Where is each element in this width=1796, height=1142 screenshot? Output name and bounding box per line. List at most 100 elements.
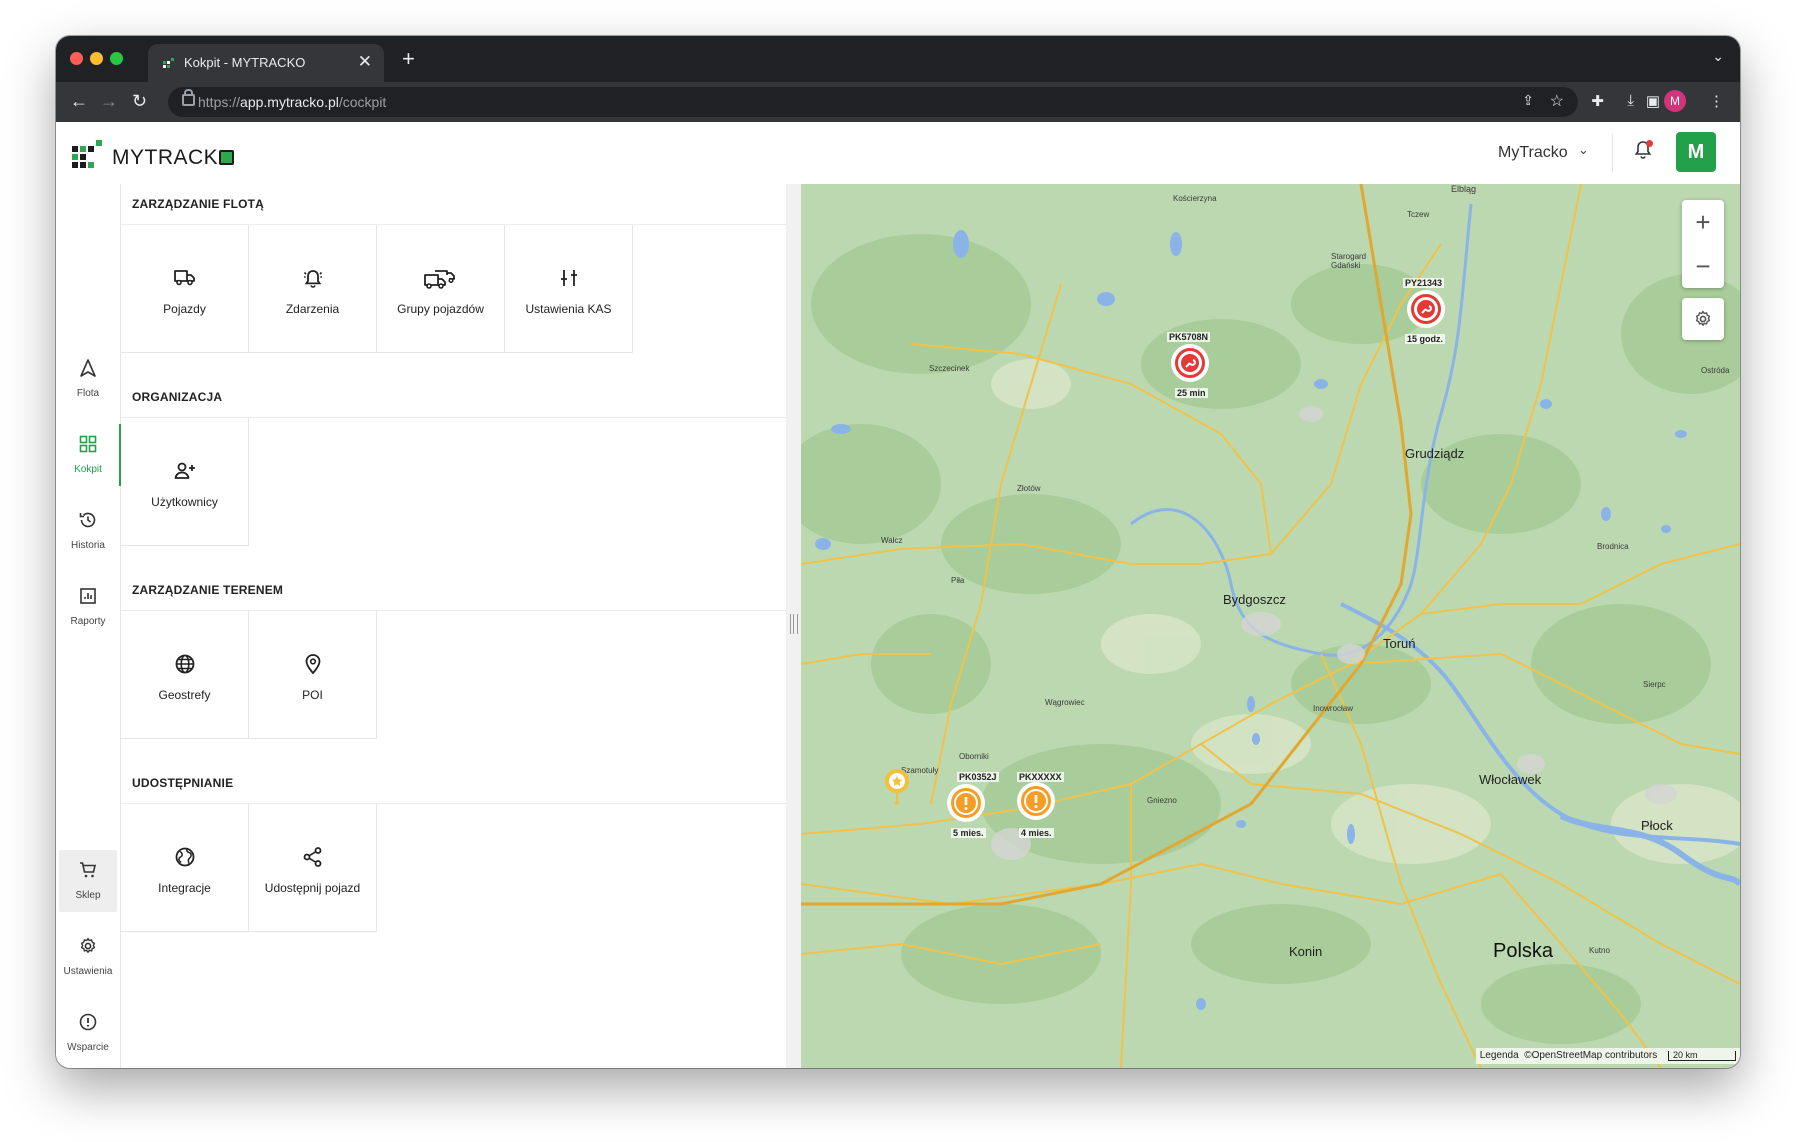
forward-icon[interactable]: →	[100, 91, 118, 112]
vehicle-marker[interactable]	[947, 784, 985, 822]
tile-label: Udostępnij pojazd	[264, 881, 361, 895]
zoom-out-button[interactable]: −	[1682, 244, 1724, 288]
sidebar-item-sklep[interactable]: Sklep	[59, 850, 117, 912]
vehicle-marker[interactable]	[1407, 290, 1445, 328]
sidebar-item-historia[interactable]: Historia	[56, 500, 120, 562]
address-bar[interactable]: https://app.mytracko.pl/cockpit ⇪ ☆	[168, 87, 1578, 117]
navigation-icon	[80, 359, 96, 377]
url-text[interactable]: https://app.mytracko.pl/cockpit	[198, 94, 386, 110]
vehicle-plate: PK5708N	[1167, 332, 1211, 342]
map-label: Elbląg	[1451, 184, 1477, 194]
truck-icon	[173, 270, 195, 286]
tile-pojazdy[interactable]: Pojazdy	[121, 225, 249, 353]
browser-tab[interactable]: Kokpit - MYTRACKO ✕	[148, 44, 384, 82]
tile-grupy-pojazdow[interactable]: Grupy pojazdów	[377, 225, 505, 353]
reload-icon[interactable]: ↻	[132, 91, 147, 112]
browser-window: Kokpit - MYTRACKO ✕ + ⌄ ← → ↻ https://ap…	[56, 36, 1740, 1068]
new-tab-button[interactable]: +	[402, 46, 415, 72]
map-label: Kościerzyna	[1173, 194, 1217, 203]
tile-poi[interactable]: POI	[249, 611, 377, 739]
share-icon	[303, 847, 321, 867]
tile-udostepnij-pojazd[interactable]: Udostępnij pojazd	[249, 804, 377, 932]
sidebar-label: Ustawienia	[63, 966, 113, 977]
download-icon[interactable]: ⤓	[1627, 92, 1634, 109]
resizer-grip-icon[interactable]	[790, 614, 798, 634]
browser-profile-avatar[interactable]: M	[1664, 90, 1686, 112]
cockpit-panel: ZARZĄDZANIE FLOTĄ Pojazdy Zdarzenia Grup…	[121, 184, 786, 1068]
legend-link[interactable]: Legenda	[1480, 1050, 1519, 1061]
vehicle-marker[interactable]	[1171, 344, 1209, 382]
map-attribution: Legenda ©OpenStreetMap contributors 20 k…	[1475, 1048, 1740, 1064]
side-panel-icon[interactable]: ▣	[1646, 92, 1660, 110]
vehicle-marker[interactable]	[1017, 782, 1055, 820]
tab-search-chevron-icon[interactable]: ⌄	[1712, 48, 1724, 65]
extensions-icon[interactable]: ✚	[1591, 92, 1604, 110]
map-label: Szczecinek	[929, 364, 970, 373]
map-scale: 20 km	[1668, 1051, 1736, 1061]
map-label: Toruń	[1383, 636, 1416, 651]
vehicle-plate: PK0352J	[957, 772, 999, 782]
sidebar: Flota Kokpit Historia Raporty Sklep Usta…	[56, 184, 121, 1068]
tile-uzytkownicy[interactable]: Użytkownicy	[121, 418, 249, 546]
vehicle-time: 4 mies.	[1019, 828, 1054, 838]
sidebar-item-raporty[interactable]: Raporty	[56, 576, 120, 638]
user-avatar[interactable]: M	[1676, 132, 1716, 172]
close-window-button[interactable]	[70, 52, 83, 65]
poi-star-marker-icon[interactable]	[884, 768, 910, 806]
header-divider	[1612, 134, 1613, 172]
maximize-window-button[interactable]	[110, 52, 123, 65]
map-label: Konin	[1289, 944, 1323, 959]
vehicle-plate: PY21343	[1403, 278, 1445, 288]
sidebar-item-flota[interactable]: Flota	[56, 348, 120, 410]
browser-menu-icon[interactable]: ⋮	[1709, 92, 1724, 110]
wrench-icon	[1181, 354, 1199, 372]
zoom-in-button[interactable]: +	[1682, 200, 1724, 244]
tenant-selector[interactable]: MyTracko	[1498, 144, 1568, 162]
share-page-icon[interactable]: ⇪	[1522, 92, 1534, 109]
back-icon[interactable]: ←	[70, 91, 88, 112]
tile-label: Grupy pojazdów	[397, 302, 484, 316]
tile-label: Zdarzenia	[285, 302, 340, 316]
sidebar-item-kokpit[interactable]: Kokpit	[56, 424, 121, 486]
tile-integracje[interactable]: Integracje	[121, 804, 249, 932]
tile-zdarzenia[interactable]: Zdarzenia	[249, 225, 377, 353]
bookmark-star-icon[interactable]: ☆	[1550, 91, 1564, 111]
chevron-down-icon[interactable]: ⌄	[1578, 142, 1589, 158]
map-label: Płock	[1641, 818, 1673, 833]
map-label: Wągrowiec	[1045, 698, 1085, 707]
panel-resizer[interactable]	[786, 184, 801, 1068]
map-label: Piła	[951, 576, 965, 585]
tile-label: POI	[302, 688, 323, 702]
zoom-control: + −	[1682, 200, 1724, 288]
minimize-window-button[interactable]	[90, 52, 103, 65]
notification-badge	[1646, 140, 1653, 147]
tab-title: Kokpit - MYTRACKO	[184, 55, 306, 70]
osm-attribution[interactable]: ©OpenStreetMap contributors	[1524, 1050, 1657, 1061]
tab-close-icon[interactable]: ✕	[358, 52, 372, 72]
wrench-icon	[1417, 300, 1435, 318]
section-title-fleet: ZARZĄDZANIE FLOTĄ	[132, 197, 265, 211]
map-view[interactable]: Elbląg Kościerzyna Tczew Starogard Gdańs…	[801, 184, 1740, 1068]
favicon-icon	[163, 58, 174, 68]
tile-label: Integracje	[158, 881, 211, 895]
map-label: Oborniki	[959, 752, 989, 761]
sidebar-item-wsparcie[interactable]: Wsparcie	[56, 1002, 120, 1064]
tile-geostrefy[interactable]: Geostrefy	[121, 611, 249, 739]
sidebar-label: Historia	[71, 540, 105, 551]
map-label: Brodnica	[1597, 542, 1629, 551]
sidebar-item-ustawienia[interactable]: Ustawienia	[56, 926, 120, 988]
alert-circle-icon	[79, 1013, 97, 1031]
sidebar-label: Wsparcie	[67, 1042, 109, 1053]
section-title-terrain: ZARZĄDZANIE TERENEM	[132, 583, 284, 597]
sidebar-label: Flota	[76, 388, 100, 399]
logo-wordmark[interactable]: MYTRACK	[112, 146, 235, 170]
vehicle-time: 15 godz.	[1405, 334, 1446, 344]
tile-ustawienia-kas[interactable]: Ustawienia KAS	[505, 225, 633, 353]
map-label: Kutno	[1589, 946, 1610, 955]
map-settings-button[interactable]	[1682, 298, 1724, 340]
map-label: Ostróda	[1701, 366, 1730, 375]
sidebar-label: Raporty	[70, 616, 106, 627]
map-label: Polska	[1493, 940, 1554, 962]
globe-icon	[175, 654, 194, 674]
tile-label: Użytkownicy	[151, 495, 218, 509]
